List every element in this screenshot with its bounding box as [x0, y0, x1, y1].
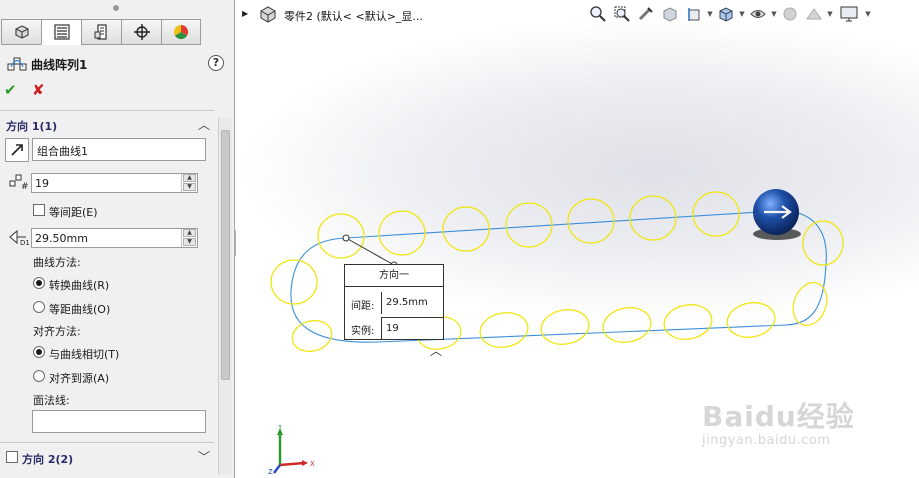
configuration-manager-tab[interactable]	[81, 19, 121, 45]
manager-tab-bar	[1, 19, 201, 45]
ok-button[interactable]: ✔	[4, 81, 17, 99]
collapse-icon[interactable]: ︿	[198, 116, 210, 133]
direction1-group: 方向 1(1) ︿ 组合曲线1 # 19 ▲ ▼ 等间距(E) D1 29.50m…	[0, 110, 218, 440]
reference-triad: Y X Z	[268, 425, 315, 475]
tangent-to-curve-radio[interactable]	[33, 346, 45, 358]
callout-leader	[345, 237, 395, 266]
transform-curve-label: 转换曲线(R)	[49, 279, 110, 292]
scrollbar-thumb[interactable]	[221, 130, 230, 380]
spacing-value: 29.50mm	[35, 232, 88, 245]
help-button[interactable]: ?	[208, 55, 224, 71]
display-manager-tab[interactable]	[161, 19, 201, 45]
offset-curve-label: 等距曲线(O)	[49, 303, 111, 316]
callout-instances-key: 实例:	[351, 326, 375, 337]
spacing-spinbox[interactable]: 29.50mm ▲ ▼	[31, 228, 198, 248]
reverse-direction-icon	[11, 144, 23, 156]
direction2-checkbox[interactable]	[6, 451, 18, 463]
triad-x-label: X	[310, 460, 315, 468]
property-manager-header: 曲线阵列1 ?	[0, 52, 235, 74]
spacing-icon: D1	[9, 229, 29, 247]
pattern-instance[interactable]	[477, 309, 530, 351]
dimxpert-manager-tab[interactable]	[121, 19, 161, 45]
direction-callout[interactable]: 方向一 间距: 29.5mm 实例: 19	[344, 264, 444, 340]
expand-icon[interactable]: ﹀	[198, 448, 210, 465]
property-manager-tab[interactable]	[41, 19, 81, 45]
tangent-to-curve-label: 与曲线相切(T)	[49, 348, 120, 361]
watermark-url: jingyan.baidu.com	[702, 433, 831, 448]
callout-spacing-value[interactable]: 29.5mm	[381, 292, 443, 314]
callout-collapse-icon[interactable]: ︿	[430, 342, 442, 359]
spin-up-icon[interactable]: ▲	[183, 229, 196, 237]
graphics-area[interactable]: ▶ 零件2 (默认< <默认>_显... ▼ ▼ ▼ ▼ ▼ 方向一 间距: 2…	[236, 0, 919, 478]
pattern-instance[interactable]	[724, 299, 777, 341]
callout-instances-value[interactable]: 19	[381, 317, 443, 340]
callout-title: 方向一	[345, 265, 443, 287]
property-manager-panel: 曲线阵列1 ? ✔ ✘ 方向 1(1) ︿ 组合曲线1 # 19 ▲ ▼ 等间距(…	[0, 0, 235, 478]
offset-curve-radio[interactable]	[33, 301, 45, 313]
pattern-instance[interactable]	[289, 316, 335, 355]
spin-down-icon[interactable]: ▼	[183, 183, 196, 191]
direction2-group: 方向 2(2) ﹀	[0, 442, 218, 472]
curve-method-label: 曲线方法:	[33, 256, 81, 269]
svg-text:D1: D1	[20, 239, 29, 247]
cancel-button[interactable]: ✘	[32, 81, 45, 99]
property-manager-title: 曲线阵列1	[31, 58, 88, 72]
panel-grip[interactable]	[0, 0, 235, 16]
callout-anchor-dot[interactable]	[342, 234, 350, 242]
feature-manager-tab[interactable]	[1, 19, 41, 45]
direction2-header[interactable]: 方向 2(2)	[22, 451, 73, 467]
pattern-instance[interactable]	[538, 306, 591, 348]
curve-driven-pattern-icon	[7, 57, 27, 71]
pattern-path-field[interactable]: 组合曲线1	[32, 138, 206, 161]
transform-curve-radio[interactable]	[33, 277, 45, 289]
pattern-instance[interactable]	[567, 198, 615, 244]
instances-icon: #	[9, 174, 28, 190]
feature-manager-tab-icon	[14, 25, 29, 39]
pattern-instance[interactable]	[787, 278, 832, 330]
property-manager-tab-icon	[53, 24, 70, 40]
pattern-instance[interactable]	[317, 213, 365, 259]
direction1-header[interactable]: 方向 1(1)	[6, 118, 57, 134]
configuration-manager-tab-icon	[94, 24, 107, 40]
watermark-logo: Baidu经验	[702, 400, 855, 433]
reverse-direction-button[interactable]	[5, 138, 29, 162]
align-method-label: 对齐方法:	[33, 325, 81, 338]
panel-scrollbar[interactable]	[218, 118, 232, 474]
pattern-instance[interactable]	[270, 259, 318, 305]
spin-up-icon[interactable]: ▲	[183, 174, 196, 182]
pattern-instance[interactable]	[661, 301, 714, 343]
align-to-seed-label: 对齐到源(A)	[49, 372, 110, 385]
instances-value: 19	[35, 177, 49, 190]
svg-text:#: #	[21, 182, 28, 190]
instances-spin-buttons[interactable]: ▲ ▼	[181, 174, 197, 192]
triad-z-label: Z	[268, 468, 273, 475]
pattern-instance[interactable]	[802, 220, 844, 266]
equal-spacing-label: 等间距(E)	[49, 206, 98, 219]
triad-y-label: Y	[277, 425, 283, 431]
spin-down-icon[interactable]: ▼	[183, 238, 196, 246]
face-normal-label: 面法线:	[33, 394, 70, 407]
spacing-spin-buttons[interactable]: ▲ ▼	[181, 229, 197, 247]
dimxpert-manager-tab-icon	[133, 24, 150, 40]
pattern-instance[interactable]	[600, 304, 653, 346]
display-manager-tab-icon	[173, 24, 189, 40]
equal-spacing-checkbox[interactable]	[33, 204, 45, 216]
callout-spacing-key: 间距:	[351, 301, 375, 312]
instances-spinbox[interactable]: 19 ▲ ▼	[31, 173, 198, 193]
face-normal-field[interactable]	[32, 410, 206, 433]
align-to-seed-radio[interactable]	[33, 370, 45, 382]
watermark: Baidu经验 jingyan.baidu.com	[702, 395, 855, 448]
